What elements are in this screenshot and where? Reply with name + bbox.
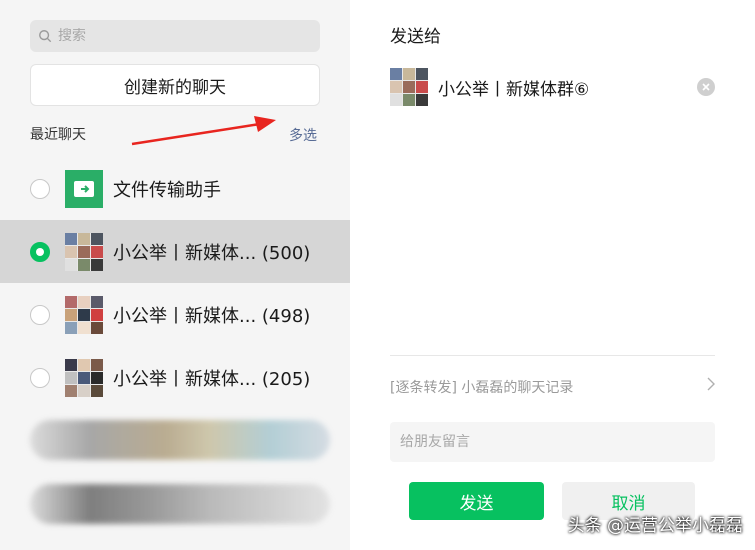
blurred-chat-row <box>30 484 330 524</box>
close-icon <box>702 83 710 91</box>
create-chat-button[interactable]: 创建新的聊天 <box>30 64 320 106</box>
group-avatar <box>65 358 103 397</box>
divider <box>390 355 715 356</box>
multi-select-link[interactable]: 多选 <box>289 125 317 145</box>
search-input[interactable] <box>58 28 308 44</box>
group-avatar <box>65 295 103 334</box>
blurred-chat-row <box>30 420 330 460</box>
watermark: 头条 @运营公举小磊磊 <box>567 516 743 536</box>
chevron-right-icon <box>707 377 715 391</box>
annotation-arrow <box>131 116 276 146</box>
forward-text: [逐条转发] 小磊磊的聊天记录 <box>390 380 574 396</box>
select-radio[interactable] <box>30 304 50 325</box>
select-radio-checked[interactable] <box>30 241 50 262</box>
chat-name: 小公举丨新媒体... (498) <box>113 305 311 327</box>
group-avatar <box>65 232 103 271</box>
forward-preview[interactable]: [逐条转发] 小磊磊的聊天记录 <box>390 377 715 397</box>
message-input[interactable] <box>400 434 700 450</box>
chat-row-group-500[interactable]: 小公举丨新媒体... (500) <box>0 220 350 283</box>
chat-row-group-498[interactable]: 小公举丨新媒体... (498) <box>0 283 350 346</box>
chat-name: 小公举丨新媒体... (205) <box>113 368 311 390</box>
search-box[interactable] <box>30 20 320 52</box>
search-icon <box>39 30 52 43</box>
recent-chats-label: 最近聊天 <box>30 127 86 143</box>
chat-name: 文件传输助手 <box>113 179 221 201</box>
message-box[interactable] <box>390 422 715 462</box>
group-avatar <box>390 68 428 106</box>
chat-row-file-transfer[interactable]: 文件传输助手 <box>0 157 350 220</box>
target-name: 小公举丨新媒体群⑥ <box>438 79 590 100</box>
chat-picker-panel: 创建新的聊天 最近聊天 多选 文件传输助手 小公举丨新媒体... (500) 小… <box>0 0 350 550</box>
select-radio[interactable] <box>30 178 50 199</box>
file-transfer-icon <box>65 169 103 208</box>
chat-name: 小公举丨新媒体... (500) <box>113 242 311 264</box>
send-to-title: 发送给 <box>390 27 441 47</box>
member-count: (500) <box>261 242 311 264</box>
member-count: (498) <box>261 305 311 327</box>
send-panel: 发送给 小公举丨新媒体群⑥ [逐条转发] 小磊磊的聊天记录 发送 取消 <box>350 0 755 550</box>
chat-row-group-205[interactable]: 小公举丨新媒体... (205) <box>0 346 350 409</box>
select-radio[interactable] <box>30 367 50 388</box>
remove-target-button[interactable] <box>697 78 715 96</box>
send-button[interactable]: 发送 <box>409 482 544 520</box>
member-count: (205) <box>261 368 311 390</box>
selected-target: 小公举丨新媒体群⑥ <box>390 68 715 106</box>
